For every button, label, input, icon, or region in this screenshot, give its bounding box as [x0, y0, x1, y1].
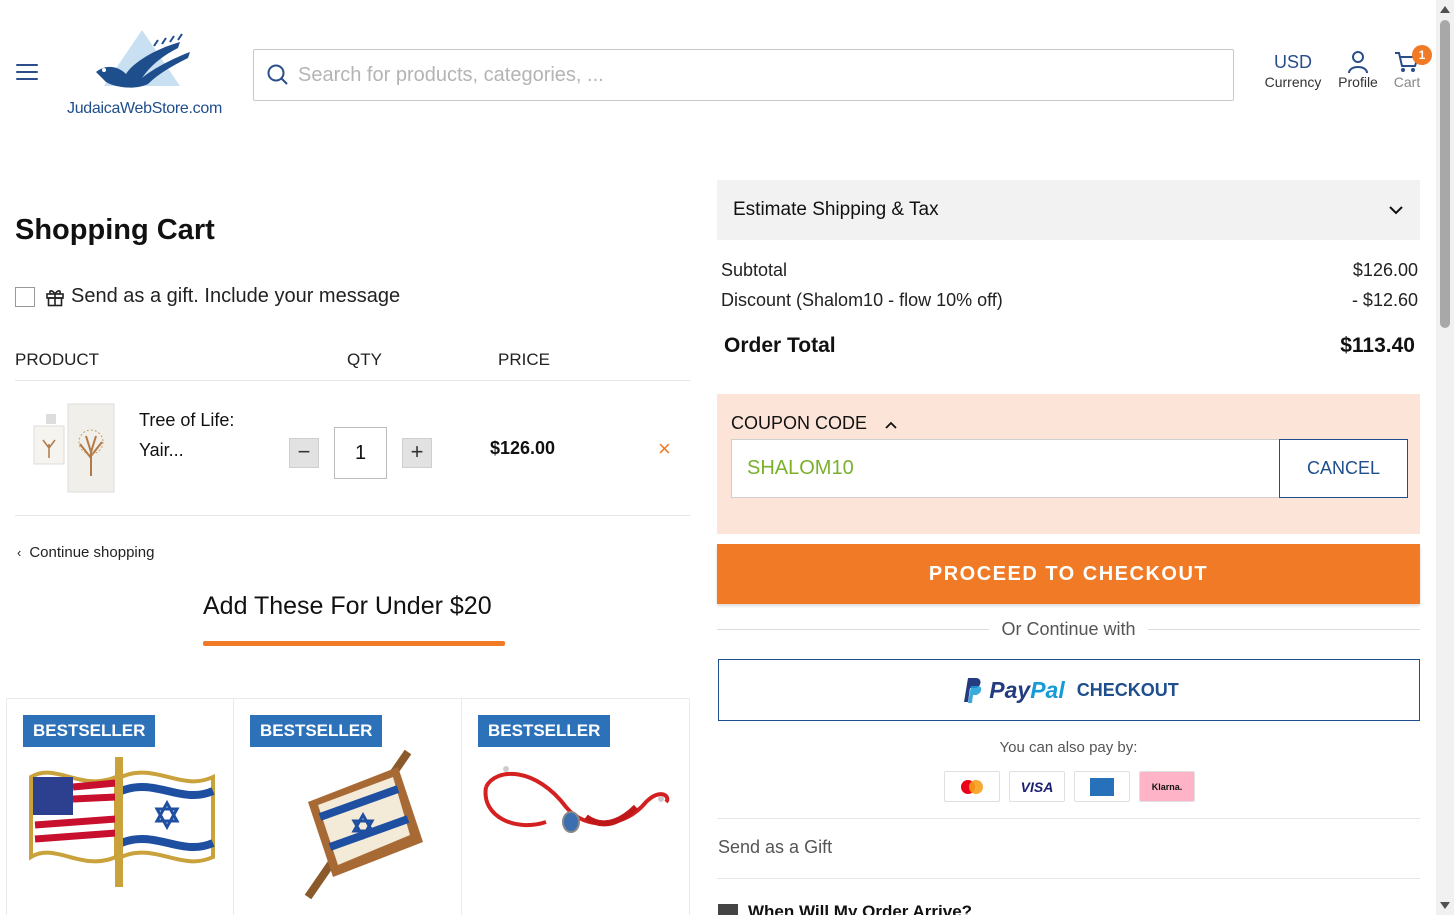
chevron-left-icon: ‹	[17, 545, 22, 560]
discount-value: - $12.60	[1351, 290, 1418, 310]
chevron-up-icon	[885, 421, 897, 429]
col-qty-header: QTY	[347, 350, 382, 369]
site-header: JudaicaWebStore.com USD Currency Profile	[0, 0, 1436, 150]
paypal-pay: Pay	[989, 676, 1031, 703]
paypal-checkout-label: CHECKOUT	[1076, 679, 1179, 700]
chevron-down-icon	[1389, 206, 1403, 215]
search-icon[interactable]	[266, 63, 290, 87]
red-string-bracelet-image	[483, 766, 670, 833]
menu-icon[interactable]	[16, 64, 38, 82]
proceed-to-checkout-button[interactable]: PROCEED TO CHECKOUT	[717, 544, 1420, 604]
upsell-product-card[interactable]: BESTSELLER	[6, 698, 234, 915]
product-name-line1: Tree of Life:	[139, 410, 235, 430]
coupon-input[interactable]	[731, 439, 1280, 498]
product-name-line2: Yair...	[139, 440, 184, 460]
bestseller-badge: BESTSELLER	[478, 715, 611, 747]
payment-methods: VISA Klarna.	[944, 771, 1195, 802]
scrollbar-thumb[interactable]	[1440, 20, 1450, 328]
remove-item-icon[interactable]: ×	[658, 436, 671, 462]
user-icon	[1348, 51, 1368, 74]
dreidel-image	[304, 749, 423, 900]
or-continue-label: Or Continue with	[1001, 618, 1136, 639]
delivery-estimate-label: When Will My Order Arrive?	[748, 902, 973, 915]
logo-text: JudaicaWebStore.com	[67, 100, 222, 117]
search-bar[interactable]	[253, 49, 1234, 101]
item-price: $126.00	[490, 438, 556, 458]
qty-decrease-button[interactable]: −	[289, 438, 319, 468]
upsell-product-card[interactable]: BESTSELLER	[462, 698, 690, 915]
bestseller-badge: BESTSELLER	[250, 715, 383, 747]
paypal-wordmark: PayPal	[989, 677, 1064, 704]
qty-input[interactable]	[334, 427, 387, 479]
divider	[15, 515, 690, 516]
paypal-checkout-button[interactable]: PayPal CHECKOUT	[718, 659, 1420, 721]
mastercard-icon	[944, 771, 1000, 802]
search-input[interactable]	[298, 63, 1233, 87]
profile-label: Profile	[1338, 74, 1378, 90]
cart-count-badge: 1	[1412, 45, 1432, 65]
coupon-section: COUPON CODE CANCEL	[717, 394, 1420, 534]
cart-button[interactable]: Cart 1	[1388, 45, 1432, 90]
dove-logo-icon	[96, 30, 190, 88]
upsell-products: BESTSELLER BESTSELLER BESTSELLER	[6, 698, 691, 915]
visa-icon: VISA	[1009, 771, 1065, 802]
delivery-estimate-toggle[interactable]: When Will My Order Arrive?	[718, 902, 972, 915]
cancel-coupon-button[interactable]: CANCEL	[1279, 439, 1408, 498]
divider	[15, 380, 690, 381]
or-continue-divider: Or Continue with	[717, 618, 1420, 640]
klarna-icon: Klarna.	[1139, 771, 1195, 802]
col-product-header: PRODUCT	[15, 350, 100, 369]
gift-icon	[46, 289, 64, 306]
scroll-down-arrow-icon[interactable]	[1440, 902, 1450, 909]
gift-checkbox[interactable]	[15, 286, 35, 307]
scroll-up-arrow-icon[interactable]	[1440, 6, 1450, 13]
upsell-title-underline	[203, 641, 505, 646]
estimate-shipping-label: Estimate Shipping & Tax	[733, 199, 939, 220]
amex-icon	[1074, 771, 1130, 802]
page-scrollbar[interactable]	[1436, 0, 1454, 915]
currency-label: Currency	[1264, 74, 1322, 90]
discount-label: Discount (Shalom10 - flow 10% off)	[721, 290, 1003, 310]
subtotal-value: $126.00	[1352, 260, 1418, 280]
order-total-value: $113.40	[1340, 334, 1415, 357]
col-price-header: PRICE	[498, 350, 550, 369]
discount-row: Discount (Shalom10 - flow 10% off) - $12…	[721, 290, 1418, 311]
currency-value: USD	[1273, 52, 1312, 72]
flag-pin-image	[29, 757, 215, 887]
site-logo[interactable]: JudaicaWebStore.com	[62, 28, 227, 123]
also-pay-label: You can also pay by:	[999, 739, 1138, 756]
qty-increase-button[interactable]: +	[402, 438, 432, 468]
coupon-label: COUPON CODE	[731, 413, 868, 433]
gift-option: Send as a gift. Include your message	[15, 285, 400, 308]
currency-selector[interactable]: USD Currency	[1262, 50, 1324, 90]
order-total-label: Order Total	[724, 334, 836, 357]
product-image[interactable]	[30, 400, 126, 496]
subtotal-label: Subtotal	[721, 260, 788, 280]
product-name[interactable]: Tree of Life: Yair...	[139, 405, 269, 465]
paypal-pal: Pal	[1030, 676, 1065, 703]
divider	[717, 818, 1420, 819]
page-title: Shopping Cart	[15, 214, 215, 246]
estimate-shipping-toggle[interactable]: Estimate Shipping & Tax	[717, 180, 1420, 240]
upsell-product-card[interactable]: BESTSELLER	[234, 698, 462, 915]
paypal-icon	[964, 678, 982, 703]
continue-shopping-label: Continue shopping	[29, 544, 155, 561]
profile-button[interactable]: Profile	[1333, 50, 1383, 90]
bestseller-badge: BESTSELLER	[23, 715, 156, 747]
order-total-row: Order Total $113.40	[724, 334, 1415, 358]
truck-icon	[718, 904, 738, 915]
continue-shopping-link[interactable]: ‹ Continue shopping	[17, 544, 154, 561]
upsell-title: Add These For Under $20	[203, 592, 492, 620]
cart-label: Cart	[1393, 74, 1421, 90]
divider	[717, 878, 1420, 879]
send-as-gift-toggle[interactable]: Send as a Gift	[718, 837, 832, 858]
gift-label: Send as a gift. Include your message	[71, 285, 401, 307]
subtotal-row: Subtotal $126.00	[721, 260, 1418, 281]
coupon-toggle[interactable]: COUPON CODE	[731, 413, 897, 434]
